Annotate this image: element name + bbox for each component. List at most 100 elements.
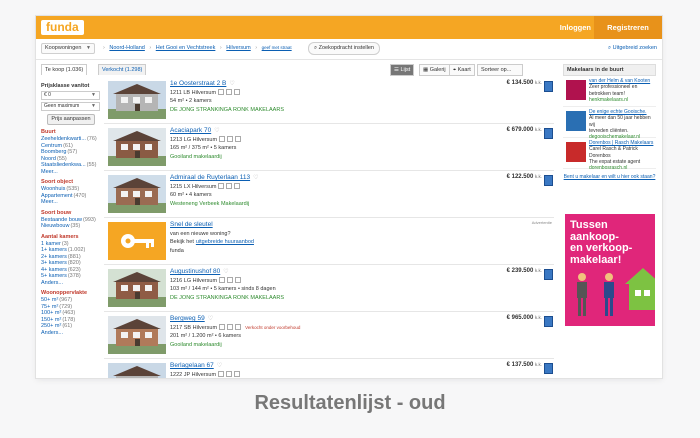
listing-agent[interactable]: Westeneng Verbeek Makelaardij (170, 200, 258, 209)
map-icon[interactable] (235, 324, 242, 331)
listing-price: € 137.500 k.k. (507, 362, 542, 368)
type-select[interactable]: Koopwoningen ▼ (41, 43, 95, 54)
agent-website[interactable]: dorenbosrasch.nl (589, 165, 656, 171)
view-map-button[interactable]: ⌖ Kaart (449, 64, 475, 76)
crumb-street[interactable]: geef met straat (262, 45, 292, 50)
agent-card[interactable]: van der Helm & van Kooten Zeer profession… (563, 76, 656, 107)
camera-icon[interactable] (219, 136, 226, 143)
video-icon[interactable] (226, 183, 233, 190)
filter-option[interactable]: Meer... (41, 199, 101, 206)
filter-option-label: 150+ m² (41, 316, 62, 323)
listing-address[interactable]: Acaciapark 70 (170, 127, 211, 134)
house-photo-icon[interactable] (108, 269, 166, 307)
listing-address[interactable]: Snel de sleutel (170, 221, 213, 228)
house-photo-icon[interactable] (108, 175, 166, 213)
heart-icon[interactable]: ♡ (223, 269, 228, 275)
login-button[interactable]: Inloggen (551, 16, 600, 39)
filter-option-label: Meer... (41, 168, 58, 175)
video-icon[interactable] (227, 277, 234, 284)
bookmark-icon[interactable] (544, 128, 553, 139)
filter-option-label: 50+ m² (41, 297, 59, 303)
price-to-select[interactable]: Geen maximum ▼ (41, 102, 100, 111)
filter-option-count: (729) (59, 303, 73, 310)
camera-icon[interactable] (218, 371, 225, 378)
crumb-province[interactable]: Noord-Holland (109, 45, 144, 51)
listing-agent[interactable]: Gooiland makelaardij (170, 341, 300, 350)
view-list-label: Lijst (400, 67, 411, 73)
map-icon[interactable] (235, 136, 242, 143)
sort-select[interactable]: Sorteer op... (477, 64, 523, 76)
filter-option-count: (76) (86, 136, 97, 142)
camera-icon[interactable] (219, 277, 226, 284)
house-photo-icon[interactable] (108, 81, 166, 119)
camera-icon[interactable] (218, 89, 225, 96)
heart-icon[interactable]: ♡ (229, 81, 234, 87)
listing-price: € 679.000 k.k. (507, 127, 542, 133)
listing-address[interactable]: 1e Oosterstraat 2 B (170, 80, 226, 87)
tab-te-koop[interactable]: Te koop (1.036) (41, 64, 88, 75)
listing-agent[interactable]: Gooiland makelaardij (170, 153, 241, 162)
listing-agent[interactable]: funda (170, 247, 254, 256)
apply-price-button[interactable]: Prijs aanpassen (47, 114, 95, 125)
tab-verkocht[interactable]: Verkocht (1.298) (98, 64, 147, 75)
heart-icon[interactable]: ♡ (208, 316, 213, 322)
house-photo-icon[interactable] (108, 363, 166, 378)
filter-option-label: Bestaande bouw (41, 216, 82, 223)
agent-promo-link[interactable]: Bent u makelaar en wilt u hier ook staan… (563, 174, 656, 180)
bookmark-icon[interactable] (544, 175, 553, 186)
heart-icon[interactable]: ♡ (214, 128, 219, 134)
house-photo-icon[interactable] (108, 128, 166, 166)
video-icon[interactable] (227, 324, 234, 331)
extended-search-link[interactable]: ⌕ Uitgebreid zoeken (608, 45, 657, 52)
filter-option-count: (820) (67, 260, 81, 266)
agent-card[interactable]: Dorenbos | Rasch Makelaars Carel Rasch & … (563, 138, 656, 171)
rental-link[interactable]: uitgebreide huuraanbod (196, 239, 254, 245)
view-gallery-button[interactable]: ▦ Galerij (419, 64, 450, 76)
screenshot-frame: funda Inloggen Registreren Koopwoningen … (36, 16, 662, 378)
listing-address[interactable]: Admiraal de Ruyterlaan 113 (170, 174, 250, 181)
map-icon[interactable] (235, 277, 242, 284)
filter-option[interactable]: Meer... (41, 169, 101, 176)
listing-address[interactable]: Bergweg 59 (170, 315, 205, 322)
bookmark-icon[interactable] (544, 316, 553, 327)
listing-agent[interactable]: DE JONG STRANKINGA RONK MAKELAARS (170, 106, 284, 115)
listing-price: € 122.500 k.k. (507, 174, 542, 180)
register-button[interactable]: Registreren (594, 16, 662, 39)
bookmark-icon[interactable] (544, 269, 553, 280)
map-icon[interactable] (234, 89, 241, 96)
camera-icon[interactable] (219, 324, 226, 331)
filter-option[interactable]: Anders... (41, 280, 101, 287)
heart-icon[interactable]: ♡ (253, 175, 258, 181)
price-from-select[interactable]: € 0 ▼ (41, 91, 100, 100)
listing-row: Admiraal de Ruyterlaan 113 ♡ 1215 LX Hilve… (104, 171, 554, 218)
listing-city: 1217 SB Hilversum (170, 324, 218, 331)
filter-option-count: (55) (56, 155, 67, 162)
video-icon[interactable] (227, 136, 234, 143)
listing-address[interactable]: Berlagelaan 67 (170, 362, 214, 369)
agent-card[interactable]: De enige echte Gooische. Al meer dan 50 j… (563, 107, 656, 140)
listing-address[interactable]: Augustinushof 80 (170, 268, 220, 275)
filter-option[interactable]: Anders... (41, 330, 101, 337)
key-icon[interactable] (108, 222, 166, 260)
listing-city: 1215 LX Hilversum (170, 183, 217, 190)
filter-option-label: 100+ m² (41, 310, 62, 316)
video-icon[interactable] (226, 371, 233, 378)
ad-banner[interactable]: Tussen aankoop- en verkoop- makelaar! (565, 214, 655, 326)
crumb-city[interactable]: Hilversum (226, 45, 250, 51)
crumb-region[interactable]: Het Gooi en Vechtstreek (156, 45, 216, 51)
view-list-button[interactable]: ☰ Lijst (390, 64, 415, 76)
map-icon[interactable] (234, 183, 241, 190)
camera-icon[interactable] (218, 183, 225, 190)
filter-option[interactable]: Nieuwbouw(35) (41, 223, 101, 230)
bookmark-icon[interactable] (544, 81, 553, 92)
house-photo-icon[interactable] (108, 316, 166, 354)
listing-agent[interactable]: DE JONG STRANKINGA RONK MAKELAARS (170, 294, 284, 303)
video-icon[interactable] (226, 89, 233, 96)
agent-website[interactable]: henkmakelaars.nl (589, 97, 650, 103)
save-search-button[interactable]: ⌕ Zoekopdracht instellen (308, 42, 380, 55)
heart-icon[interactable]: ♡ (217, 363, 222, 369)
bookmark-icon[interactable] (544, 363, 553, 374)
funda-logo[interactable]: funda (41, 20, 84, 35)
map-icon[interactable] (234, 371, 241, 378)
listing-size: 54 m² • 2 kamers (170, 98, 212, 104)
